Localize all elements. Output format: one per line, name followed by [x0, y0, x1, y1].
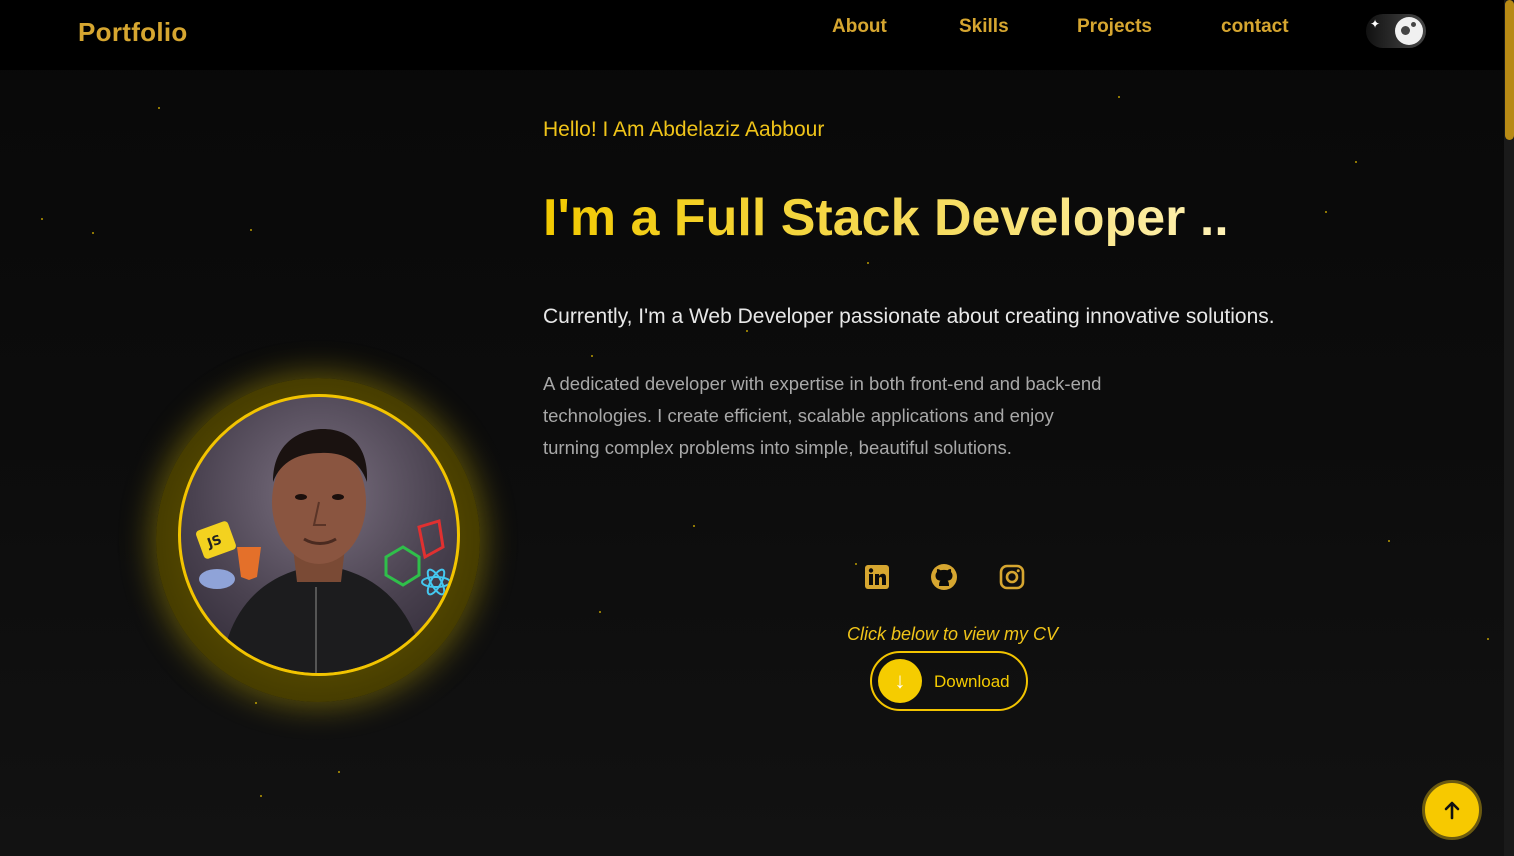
instagram-link[interactable]: [997, 562, 1027, 592]
instagram-icon: [999, 564, 1025, 590]
hero-description: A dedicated developer with expertise in …: [543, 373, 1102, 458]
brand-logo[interactable]: Portfolio: [78, 17, 188, 48]
arrow-down-icon: ↓: [878, 659, 922, 703]
download-cv-button[interactable]: ↓ Download: [870, 651, 1028, 711]
hero-subtitle: Currently, I'm a Web Developer passionat…: [543, 305, 1275, 328]
arrow-up-icon: [1444, 801, 1460, 820]
moon-stars-icon: [1395, 17, 1423, 45]
hero-headline: I'm a Full Stack Developer ..: [543, 189, 1229, 247]
profile-avatar: JS: [178, 394, 460, 676]
nav-projects[interactable]: Projects: [1077, 16, 1152, 38]
sparkle-icon: ✦: [1370, 17, 1381, 31]
hero-greeting: Hello! I Am Abdelaziz Aabbour: [543, 118, 825, 141]
top-navbar: Portfolio About Skills Projects contact …: [0, 0, 1504, 70]
linkedin-link[interactable]: [862, 562, 892, 592]
nav-skills[interactable]: Skills: [959, 16, 1009, 38]
theme-toggle[interactable]: ✦: [1366, 14, 1426, 48]
nav-contact[interactable]: contact: [1221, 16, 1289, 38]
nav-about[interactable]: About: [832, 16, 887, 38]
scrollbar-thumb[interactable]: [1505, 0, 1514, 140]
linkedin-icon: [865, 565, 889, 589]
cv-hint-text: Click below to view my CV: [847, 624, 1059, 644]
github-icon: [931, 564, 957, 590]
github-link[interactable]: [929, 562, 959, 592]
download-label: Download: [934, 672, 1010, 691]
back-to-top-button[interactable]: [1422, 780, 1482, 840]
